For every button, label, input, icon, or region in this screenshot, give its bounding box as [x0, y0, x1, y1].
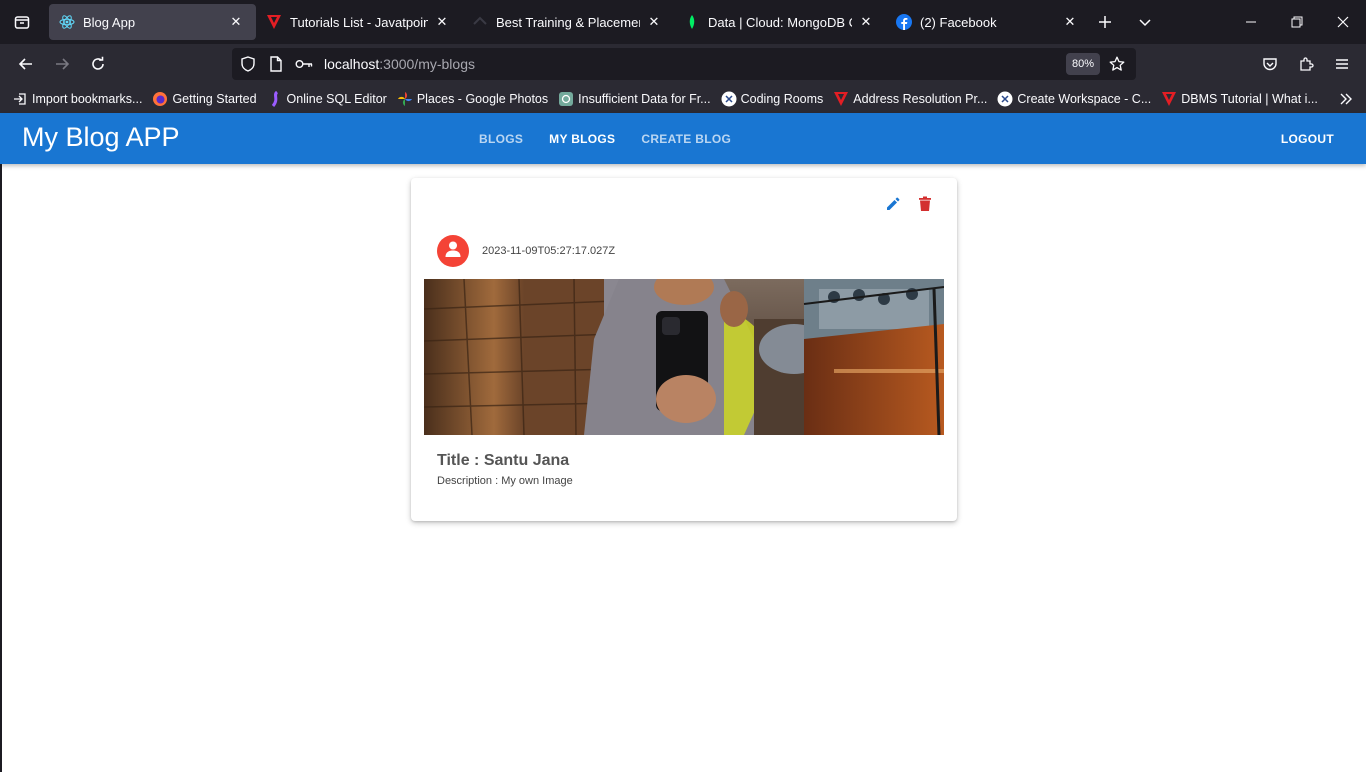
blog-card: 2023-11-09T05:27:17.027Z Title: Santu J… — [411, 178, 957, 521]
minimize-icon[interactable] — [1228, 0, 1274, 44]
blog-description: Description : My own Image — [437, 475, 573, 487]
close-tab-icon[interactable]: ✕ — [1060, 12, 1080, 32]
pencil-icon — [885, 196, 901, 217]
browser-toolbar: localhost:3000/my-blogs 80% — [0, 44, 1366, 84]
new-tab-icon[interactable] — [1085, 0, 1125, 44]
key-icon[interactable] — [290, 48, 318, 80]
list-all-tabs-icon[interactable] — [1125, 0, 1165, 44]
page-icon[interactable] — [262, 48, 290, 80]
browser-tab-mongodb[interactable]: Data | Cloud: MongoDB Clou ✕ — [674, 4, 886, 40]
card-actions — [877, 194, 941, 218]
google-photos-icon — [397, 91, 413, 107]
close-tab-icon[interactable]: ✕ — [856, 12, 876, 32]
bookmark-item[interactable]: DBMS Tutorial | What i... — [1161, 91, 1318, 107]
hamburger-menu-icon[interactable] — [1324, 48, 1360, 80]
coding-rooms-icon — [997, 91, 1013, 107]
blog-date: 2023-11-09T05:27:17.027Z — [482, 245, 616, 257]
sql-editor-icon — [267, 90, 283, 107]
tab-my-blogs[interactable]: MY BLOGS — [536, 113, 628, 164]
avatar — [437, 235, 469, 267]
address-bar[interactable]: localhost:3000/my-blogs 80% — [232, 48, 1136, 80]
browser-tab-javatpoint[interactable]: Tutorials List - Javatpoint ✕ — [256, 4, 462, 40]
pocket-icon[interactable] — [1252, 48, 1288, 80]
toolbar-right-buttons — [1252, 44, 1366, 84]
bookmark-item[interactable]: Places - Google Photos — [397, 91, 548, 107]
tab-blogs[interactable]: BLOGS — [466, 113, 536, 164]
close-window-icon[interactable] — [1320, 0, 1366, 44]
mongodb-leaf-icon — [684, 14, 700, 30]
bookmark-item[interactable]: Coding Rooms — [721, 91, 824, 107]
tab-list-icon[interactable] — [0, 0, 44, 44]
bookmark-label: Online SQL Editor — [286, 91, 387, 106]
card-header: 2023-11-09T05:27:17.027Z — [437, 235, 615, 267]
tab-title: Blog App — [83, 14, 136, 30]
bookmark-label: Coding Rooms — [740, 91, 824, 106]
bookmarks-toolbar: Import bookmarks... Getting Started Onli… — [0, 84, 1366, 113]
close-tab-icon[interactable]: ✕ — [226, 12, 246, 32]
bookmark-item[interactable]: Insufficient Data for Fr... — [558, 91, 711, 107]
back-arrow-icon[interactable] — [8, 48, 44, 80]
bookmark-item[interactable]: Address Resolution Pr... — [833, 91, 987, 107]
restore-icon[interactable] — [1274, 0, 1320, 44]
logout-button[interactable]: LOGOUT — [1281, 126, 1334, 152]
delete-button[interactable] — [909, 194, 941, 218]
url-host: localhost — [324, 56, 380, 72]
edit-button[interactable] — [877, 194, 909, 218]
blog-title: Title : Santu Jana — [437, 452, 570, 469]
javatpoint-icon — [833, 91, 849, 107]
forward-arrow-icon[interactable] — [44, 48, 80, 80]
app-title: My Blog APP — [22, 122, 180, 152]
reload-icon[interactable] — [80, 48, 116, 80]
training-icon — [472, 14, 488, 30]
bookmark-item[interactable]: Import bookmarks... — [12, 91, 142, 107]
facebook-icon — [896, 14, 912, 30]
bookmark-label: Import bookmarks... — [32, 91, 143, 106]
bookmark-item[interactable]: Create Workspace - C... — [997, 91, 1151, 107]
firefox-icon — [152, 91, 168, 107]
bookmark-label: Insufficient Data for Fr... — [578, 91, 711, 106]
extensions-icon[interactable] — [1288, 48, 1324, 80]
tab-title: (2) Facebook — [920, 14, 997, 30]
react-icon — [59, 14, 75, 30]
tab-title: Best Training & Placement - J — [496, 14, 640, 30]
openai-icon — [558, 91, 574, 107]
bookmark-label: Getting Started — [172, 91, 257, 106]
close-tab-icon[interactable]: ✕ — [644, 12, 664, 32]
bookmark-star-icon[interactable] — [1102, 48, 1132, 80]
bookmark-item[interactable]: Getting Started — [152, 91, 257, 107]
javatpoint-icon — [266, 14, 282, 30]
url-text[interactable]: localhost:3000/my-blogs — [324, 56, 475, 72]
blog-image — [424, 279, 944, 435]
tab-title: Tutorials List - Javatpoint — [290, 14, 428, 30]
chevron-double-right-icon[interactable] — [1334, 84, 1358, 113]
window-controls — [1228, 0, 1366, 44]
bookmark-label: Address Resolution Pr... — [853, 91, 988, 106]
browser-tab-facebook[interactable]: (2) Facebook ✕ — [886, 4, 1090, 40]
app-nav-tabs: BLOGS MY BLOGS CREATE BLOG — [466, 113, 744, 164]
bookmark-label: Places - Google Photos — [416, 91, 549, 106]
url-path: :3000/my-blogs — [379, 56, 475, 72]
trash-icon — [918, 196, 932, 217]
app-bar: My Blog APP BLOGS MY BLOGS CREATE BLOG L… — [0, 113, 1366, 164]
bookmark-item[interactable]: Online SQL Editor — [267, 90, 387, 107]
javatpoint-icon — [1161, 91, 1177, 107]
close-tab-icon[interactable]: ✕ — [432, 12, 452, 32]
browser-tab-blog-app[interactable]: Blog App ✕ — [49, 4, 256, 40]
tab-create-blog[interactable]: CREATE BLOG — [628, 113, 744, 164]
window-edge — [0, 164, 2, 772]
browser-tab-strip: Blog App ✕ Tutorials List - Javatpoint ✕… — [0, 0, 1366, 44]
bookmark-label: Create Workspace - C... — [1017, 91, 1152, 106]
import-icon — [12, 91, 28, 107]
bookmark-label: DBMS Tutorial | What i... — [1181, 91, 1318, 106]
coding-rooms-icon — [721, 91, 737, 107]
tab-title: Data | Cloud: MongoDB Clou — [708, 14, 852, 30]
browser-tab-training[interactable]: Best Training & Placement - J ✕ — [462, 4, 674, 40]
person-icon — [443, 239, 463, 264]
zoom-level-badge[interactable]: 80% — [1065, 53, 1100, 75]
shield-icon[interactable] — [234, 48, 262, 80]
